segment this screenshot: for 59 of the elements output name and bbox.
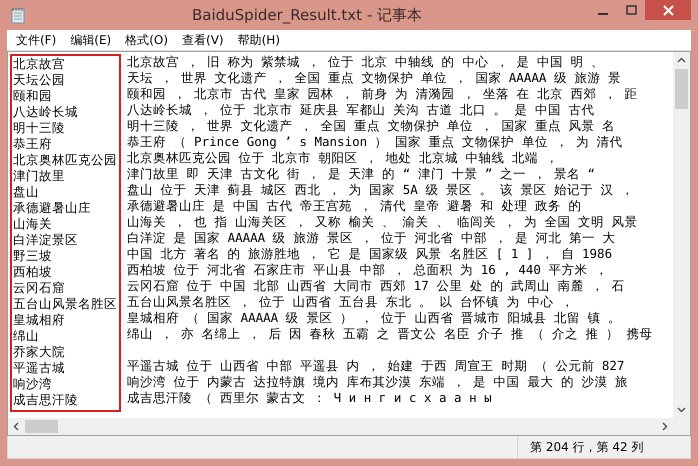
scroll-thumb[interactable] <box>25 420 58 433</box>
text-line: 北京奥林匹克公园 <box>13 152 117 168</box>
text-line: 八达岭长城 ， 位于 北京市 延庆县 军都山 关沟 古道 北口 。 是 中国 古代 <box>127 102 594 118</box>
notepad-icon <box>11 6 25 24</box>
menu-item[interactable]: 文件(F) <box>9 32 64 48</box>
text-line: 绵山 <box>13 328 39 344</box>
text-line: 津门故里 <box>13 168 65 184</box>
text-line: 恭王府 （ Prince Gong ’ s Mansion ） 国家 重点 文物保护 单位 ， 为 清代 <box>127 134 622 150</box>
text-line: 盘山 位于 天津 蓟县 城区 西北 ， 为 国家 5A 级 景区 。 该 景区 始记于 汉 ， <box>127 182 634 198</box>
text-line: 云冈石窟 <box>13 280 65 296</box>
text-line: 八达岭长城 <box>13 104 78 120</box>
text-line: 响沙湾 位于 内蒙古 达拉特旗 境内 库布其沙漠 东端 ， 是 中国 最大 的 沙漠 旅 <box>127 374 628 390</box>
horizontal-scrollbar[interactable] <box>8 418 673 435</box>
text-line: 盘山 <box>13 184 39 200</box>
window-title: BaiduSpider_Result.txt - 记事本 <box>190 6 423 24</box>
text-line: 野三坡 <box>13 248 52 264</box>
text-line: 平遥古城 位于 山西省 中部 平遥县 内 ， 始建 于西 周宣王 时期 （ 公元前 827 <box>127 358 624 374</box>
menu-item[interactable]: 编辑(E) <box>63 32 118 48</box>
text-line: 平遥古城 <box>13 360 65 376</box>
text-line: 绵山 ， 亦 名绵上 ， 后 因 春秋 五霸 之 晋文公 名臣 介子 推 （ 介之 推 ） 携母 <box>127 326 652 342</box>
vertical-scrollbar[interactable] <box>673 52 690 418</box>
text-line: 颐和园 <box>13 88 52 104</box>
maximize-icon <box>626 5 636 15</box>
close-icon <box>662 4 674 16</box>
text-line: 北京奥林匹克公园 位于 北京市 朝阳区 ， 地处 北京城 中轴线 北端 ， <box>127 150 559 166</box>
minimize-icon <box>598 13 608 15</box>
text-line: 乔家大院 <box>13 344 65 360</box>
text-line: 山海关 <box>13 216 52 232</box>
scroll-thumb[interactable] <box>675 69 688 109</box>
text-line: 津门故里 即 天津 古文化 街 ， 是 天津 的 “ 津门 十景 ” 之一 ， 景名 “ <box>127 166 595 182</box>
menu-item[interactable]: 帮助(H) <box>230 32 287 48</box>
menu-item[interactable]: 格式(O) <box>118 32 176 48</box>
text-line: 天坛公园 <box>13 72 65 88</box>
text-line: 天坛 ， 世界 文化遗产 ， 全国 重点 文物保护 单位 ， 国家 AAAAA 级 旅游 景 <box>127 70 621 86</box>
text-line: 五台山风景名胜区 <box>13 296 117 312</box>
text-line: 明十三陵 ， 世界 文化遗产 ， 全国 重点 文物保护 单位 ， 国家 重点 风景 名 <box>127 118 615 134</box>
text-line: 成吉思汗陵 <box>13 392 78 408</box>
text-line: 响沙湾 <box>13 376 52 392</box>
text-line: 明十三陵 <box>13 120 65 136</box>
text-line: 恭王府 <box>13 136 52 152</box>
menu-item[interactable]: 查看(V) <box>175 32 231 48</box>
cursor-position: 第 204 行，第 42 列 <box>517 436 690 458</box>
text-line: 北京故宫 <box>13 56 65 72</box>
close-button[interactable] <box>645 0 691 20</box>
text-line: 云冈石窟 位于 中国 北部 山西省 大同市 西郊 17 公里 处 的 武周山 南麓 ， 石 <box>127 278 624 294</box>
text-line: 承德避暑山庄 <box>13 200 91 216</box>
text-line: 西柏坡 位于 河北省 石家庄市 平山县 中部 ， 总面积 为 16 , 440 平方米 ， <box>127 262 608 278</box>
text-line: 中国 北方 著名 的 旅游胜地 ， 它 是 国家级 风景 名胜区 [ 1 ] ， 自 1986 <box>127 246 612 262</box>
text-line: 承德避暑山庄 是 中国 古代 帝王宫苑 ， 清代 皇帝 避暑 和 处理 政务 的 <box>127 198 582 214</box>
text-line: 皇城相府 （ 国家 AAAAA 级 景区 ） ， 位于 山西省 晋城市 阳城县 北留 镇 。 <box>127 310 621 326</box>
text-line: 山海关 ， 也 指 山海关区 ， 又称 榆关 、 渝关 、 临闾关 ， 为 全国 文明 风景 <box>127 214 638 230</box>
text-line: 白洋淀 是 国家 AAAAA 级 旅游 景区 ， 位于 河北省 中部 ， 是 河北 第一 大 <box>127 230 616 246</box>
text-line: 白洋淀景区 <box>13 232 78 248</box>
text-line: 西柏坡 <box>13 264 52 280</box>
text-line: 颐和园 ， 北京市 古代 皇家 园林 ， 前身 为 清漪园 ， 坐落 在 北京 西郊 ， 距 <box>127 86 638 102</box>
text-line: 皇城相府 <box>13 312 65 328</box>
text-line: 成吉思汗陵 （ 西里尔 蒙古文 ： Ч и н г и с х а а н ы <box>127 390 492 406</box>
text-line: 北京故宫 ， 旧 称为 紫禁城 ， 位于 北京 中轴线 的 中心 ， 是 中国 明 、 <box>127 54 604 70</box>
text-line: 五台山风景名胜区 ， 位于 山西省 五台县 东北 。 以 台怀镇 为 中心 ， <box>127 294 574 310</box>
